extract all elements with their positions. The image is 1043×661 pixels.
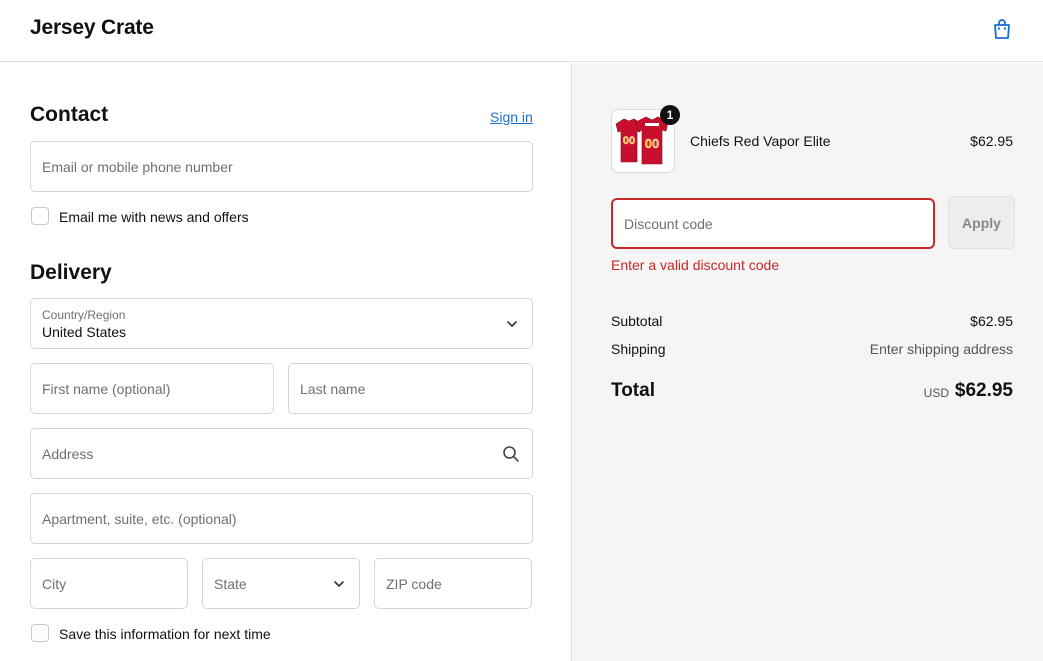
search-icon[interactable] (502, 445, 520, 463)
subtotal-value: $62.95 (970, 313, 1013, 329)
first-name-placeholder: First name (optional) (42, 380, 171, 397)
apply-button[interactable]: Apply (948, 196, 1015, 249)
discount-placeholder: Discount code (624, 215, 713, 232)
email-field[interactable]: Email or mobile phone number (30, 141, 533, 192)
checkout-form: Contact Sign in Email or mobile phone nu… (0, 63, 571, 661)
apartment-placeholder: Apartment, suite, etc. (optional) (42, 510, 237, 527)
svg-text:00: 00 (623, 135, 635, 147)
order-summary: 00 00 1 Chiefs Red Vapor Elite $62.95 Di… (571, 63, 1043, 661)
svg-text:00: 00 (645, 136, 659, 151)
state-select[interactable]: State (202, 558, 360, 609)
save-info-label: Save this information for next time (59, 626, 271, 642)
first-name-field[interactable]: First name (optional) (30, 363, 274, 414)
brand-name[interactable]: Jersey Crate (30, 16, 154, 40)
city-field[interactable]: City (30, 558, 188, 609)
discount-code-field[interactable]: Discount code (611, 198, 935, 249)
sign-in-link[interactable]: Sign in (490, 109, 533, 125)
country-select[interactable]: Country/Region United States (30, 298, 533, 349)
quantity-badge: 1 (660, 105, 680, 125)
chevron-down-icon (334, 580, 344, 587)
shipping-value: Enter shipping address (869, 341, 1013, 357)
city-placeholder: City (42, 575, 67, 592)
save-info-checkbox[interactable] (31, 624, 49, 642)
site-header: Jersey Crate (0, 0, 1043, 62)
zip-field[interactable]: ZIP code (374, 558, 532, 609)
state-placeholder: State (214, 575, 247, 592)
subtotal-label: Subtotal (611, 313, 663, 329)
total-value: $62.95 (954, 380, 1013, 401)
zip-placeholder: ZIP code (386, 575, 442, 592)
discount-error-message: Enter a valid discount code (611, 257, 780, 273)
newsletter-checkbox[interactable] (31, 207, 49, 225)
shopping-bag-icon[interactable] (990, 17, 1014, 41)
last-name-field[interactable]: Last name (288, 363, 533, 414)
product-price: $62.95 (970, 133, 1013, 149)
country-label: Country/Region (42, 308, 126, 322)
last-name-placeholder: Last name (300, 380, 366, 397)
country-value: United States (42, 324, 127, 340)
total-label: Total (611, 380, 655, 401)
address-placeholder: Address (42, 445, 94, 462)
email-placeholder: Email or mobile phone number (42, 158, 233, 175)
contact-heading: Contact (30, 103, 109, 126)
chevron-down-icon (507, 320, 517, 327)
delivery-heading: Delivery (30, 261, 112, 284)
address-field[interactable]: Address (30, 428, 533, 479)
apartment-field[interactable]: Apartment, suite, etc. (optional) (30, 493, 533, 544)
product-name: Chiefs Red Vapor Elite (690, 133, 831, 149)
shipping-label: Shipping (611, 341, 666, 357)
newsletter-label: Email me with news and offers (59, 209, 249, 225)
total-currency: USD (923, 386, 949, 400)
